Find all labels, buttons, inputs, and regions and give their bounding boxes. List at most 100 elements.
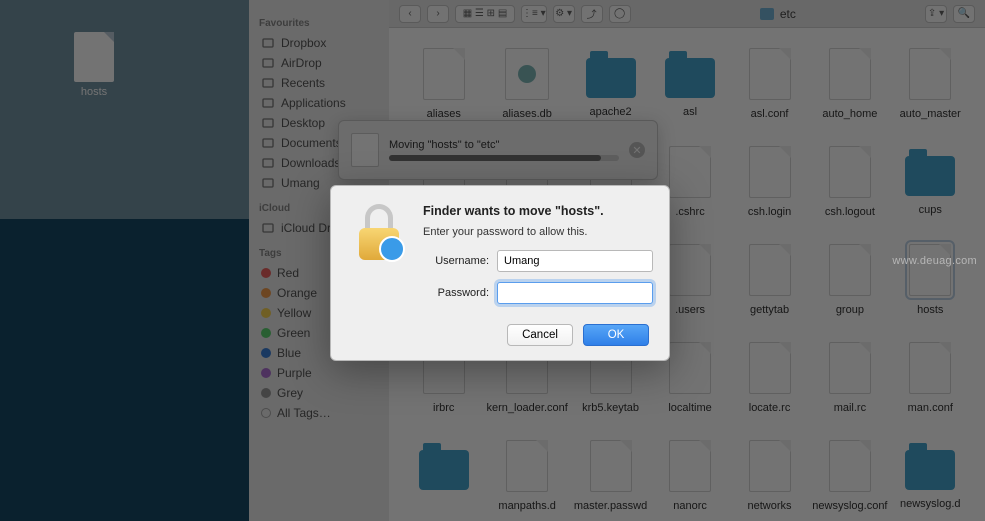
tag-dot-icon — [261, 328, 271, 338]
downloads-icon — [261, 156, 275, 170]
desktop-file-hosts[interactable]: hosts — [70, 32, 118, 98]
document-icon — [749, 244, 791, 296]
folder-icon — [905, 450, 955, 490]
file-item[interactable]: locate.rc — [733, 342, 806, 414]
action-button[interactable]: ⚙ ▾ — [553, 5, 575, 23]
sidebar-item-label: Applications — [281, 96, 346, 110]
sidebar-item-recents[interactable]: Recents — [259, 73, 379, 93]
sidebar-item-purple[interactable]: Purple — [259, 363, 379, 383]
document-icon — [909, 244, 951, 296]
document-icon — [829, 440, 871, 492]
dropbox-icon — [261, 36, 275, 50]
arrange-button[interactable]: ⋮≡ ▾ — [521, 5, 547, 23]
sidebar-item-all-tags-[interactable]: All Tags… — [259, 403, 379, 423]
password-label: Password: — [423, 287, 489, 299]
file-label: auto_master — [900, 108, 961, 120]
database-icon — [505, 48, 549, 100]
dropbox-button[interactable]: ⇪ ▾ — [925, 5, 947, 23]
file-item[interactable]: group — [812, 244, 887, 316]
lock-icon — [351, 204, 407, 260]
file-item[interactable]: aliases — [407, 48, 480, 120]
file-item[interactable]: csh.login — [733, 146, 806, 218]
file-label: localtime — [668, 402, 711, 414]
file-item[interactable]: man.conf — [894, 342, 968, 414]
file-label: manpaths.d — [498, 500, 555, 512]
nav-back-button[interactable]: ‹ — [399, 5, 421, 23]
file-label: cups — [919, 204, 942, 216]
auth-subtext: Enter your password to allow this. — [423, 226, 653, 238]
sidebar-item-label: Grey — [277, 386, 303, 400]
file-item[interactable]: newsyslog.conf — [812, 440, 887, 512]
tag-dot-icon — [261, 288, 271, 298]
tag-dot-icon — [261, 348, 271, 358]
tags-button[interactable]: ◯ — [609, 5, 631, 23]
sidebar-item-label: All Tags… — [277, 406, 331, 420]
progress-title: Moving "hosts" to "etc" — [389, 139, 619, 151]
file-item[interactable]: gettytab — [733, 244, 806, 316]
copy-progress-sheet: Moving "hosts" to "etc" ✕ — [338, 120, 658, 180]
file-label: .users — [675, 304, 705, 316]
auth-heading: Finder wants to move "hosts". — [423, 204, 653, 218]
icloud-drive-icon — [261, 221, 275, 235]
document-icon — [749, 48, 791, 100]
tag-dot-icon — [261, 408, 271, 418]
file-item[interactable]: asl — [653, 48, 726, 120]
search-button[interactable]: 🔍 — [953, 5, 975, 23]
file-item[interactable]: cups — [894, 146, 968, 218]
file-item[interactable]: newsyslog.d — [894, 440, 968, 512]
sidebar-item-label: Orange — [277, 286, 317, 300]
document-icon — [669, 342, 711, 394]
document-icon — [829, 342, 871, 394]
document-icon — [423, 48, 465, 100]
file-item[interactable]: networks — [733, 440, 806, 512]
username-input[interactable] — [497, 250, 653, 272]
file-item[interactable]: auto_master — [894, 48, 968, 120]
file-item[interactable]: csh.logout — [812, 146, 887, 218]
sidebar-item-applications[interactable]: Applications — [259, 93, 379, 113]
file-item[interactable]: apache2 — [574, 48, 647, 120]
document-icon — [749, 440, 791, 492]
share-button[interactable]: ⤴ — [581, 5, 603, 23]
recents-icon — [261, 76, 275, 90]
file-item[interactable] — [407, 440, 480, 512]
sidebar-item-label: Dropbox — [281, 36, 326, 50]
document-icon — [909, 48, 951, 100]
sidebar-item-label: Yellow — [277, 306, 311, 320]
ok-button[interactable]: OK — [583, 324, 649, 346]
folder-icon — [419, 450, 469, 490]
folder-icon — [665, 58, 715, 98]
file-item[interactable]: manpaths.d — [486, 440, 567, 512]
file-label: locate.rc — [749, 402, 791, 414]
desktop: hosts — [0, 0, 249, 521]
file-item[interactable]: aliases.db — [486, 48, 567, 120]
file-item[interactable]: nanorc — [653, 440, 726, 512]
document-icon — [351, 133, 379, 167]
file-label: aliases.db — [502, 108, 552, 120]
cancel-button[interactable]: Cancel — [507, 324, 573, 346]
tag-dot-icon — [261, 368, 271, 378]
file-label: nanorc — [673, 500, 707, 512]
home-icon — [261, 176, 275, 190]
file-item[interactable]: auto_home — [812, 48, 887, 120]
sidebar-item-airdrop[interactable]: AirDrop — [259, 53, 379, 73]
sidebar-item-dropbox[interactable]: Dropbox — [259, 33, 379, 53]
file-item[interactable]: asl.conf — [733, 48, 806, 120]
password-input[interactable] — [497, 282, 653, 304]
view-toggle[interactable]: ▦ ☰ ⊞ ▤ — [455, 5, 515, 23]
file-label: .cshrc — [675, 206, 704, 218]
file-item[interactable]: master.passwd — [574, 440, 647, 512]
sidebar-item-grey[interactable]: Grey — [259, 383, 379, 403]
cancel-copy-button[interactable]: ✕ — [629, 142, 645, 158]
folder-icon — [586, 58, 636, 98]
desktop-file-label: hosts — [81, 86, 107, 98]
sidebar-item-label: Recents — [281, 76, 325, 90]
file-label: csh.login — [748, 206, 791, 218]
file-label: master.passwd — [574, 500, 647, 512]
progress-bar — [389, 155, 619, 161]
document-icon — [669, 244, 711, 296]
file-label: man.conf — [908, 402, 953, 414]
nav-fwd-button[interactable]: › — [427, 5, 449, 23]
file-label: csh.logout — [825, 206, 875, 218]
watermark: www.deuag.com — [892, 255, 977, 267]
file-item[interactable]: mail.rc — [812, 342, 887, 414]
